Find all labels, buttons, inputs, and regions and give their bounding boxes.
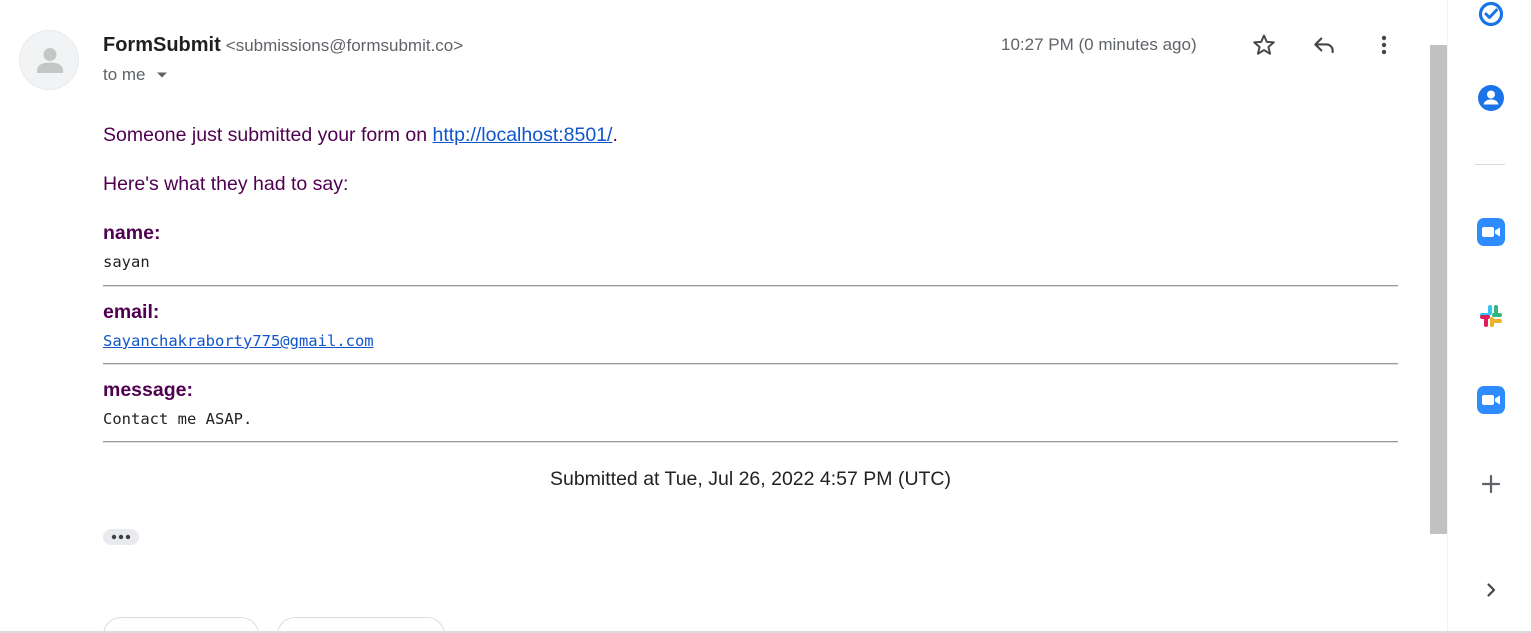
ellipsis-icon <box>111 534 131 540</box>
sender-line: FormSubmit <submissions@formsubmit.co> <box>103 33 463 58</box>
field-label-email: email: <box>103 301 160 323</box>
submitted-timestamp: Submitted at Tue, Jul 26, 2022 4:57 PM (… <box>549 468 952 490</box>
more-options-button[interactable] <box>1368 29 1400 61</box>
sender-email: <submissions@formsubmit.co> <box>225 36 464 55</box>
field-value-name: sayan <box>103 253 150 271</box>
zoom-icon <box>1477 218 1505 246</box>
side-panel-divider <box>1475 164 1505 165</box>
contacts-icon <box>1478 85 1504 111</box>
star-button[interactable] <box>1248 29 1280 61</box>
slack-icon <box>1480 305 1502 327</box>
chevron-right-icon <box>1487 583 1496 597</box>
recipient-label: to me <box>103 65 146 84</box>
intro-text: Someone just submitted your form on http… <box>103 123 618 147</box>
intro-suffix: . <box>612 124 618 146</box>
person-avatar-icon <box>37 48 63 73</box>
reply-button[interactable] <box>1308 29 1340 61</box>
reply-icon <box>1314 37 1334 54</box>
tasks-button[interactable] <box>1474 0 1508 31</box>
sender-avatar[interactable] <box>19 30 79 90</box>
field-label-name: name: <box>103 222 161 244</box>
field-divider <box>103 441 1398 443</box>
intro-prefix: Someone just submitted your form on <box>103 124 433 146</box>
zoom-addon-button[interactable] <box>1474 215 1508 249</box>
show-trimmed-content-button[interactable] <box>103 529 139 545</box>
sender-name[interactable]: FormSubmit <box>103 34 221 56</box>
field-divider <box>103 363 1398 365</box>
slack-addon-button[interactable] <box>1474 299 1508 333</box>
caret-down-icon <box>156 72 167 78</box>
star-outline-icon <box>1253 34 1275 55</box>
get-addons-button[interactable] <box>1474 467 1508 501</box>
more-vertical-icon <box>1381 35 1387 55</box>
zoom-icon <box>1477 386 1505 414</box>
form-url-link[interactable]: http://localhost:8501/ <box>433 124 613 146</box>
zoom-addon-button-2[interactable] <box>1474 383 1508 417</box>
recipient-details-toggle[interactable]: to me <box>103 64 168 86</box>
field-label-message: message: <box>103 379 193 401</box>
email-view: FormSubmit <submissions@formsubmit.co> to… <box>0 0 1531 633</box>
email-timestamp: 10:27 PM (0 minutes ago) <box>1001 35 1197 54</box>
add-icon <box>1481 474 1501 494</box>
contacts-button[interactable] <box>1474 81 1508 115</box>
field-value-message: Contact me ASAP. <box>103 410 253 428</box>
show-side-panel-button[interactable] <box>1474 573 1508 607</box>
field-divider <box>103 285 1398 287</box>
scrollbar-thumb[interactable] <box>1430 45 1447 534</box>
tasks-icon <box>1478 1 1504 27</box>
lead-text: Here's what they had to say: <box>103 173 349 195</box>
field-value-email-link[interactable]: Sayanchakraborty775@gmail.com <box>103 331 374 351</box>
